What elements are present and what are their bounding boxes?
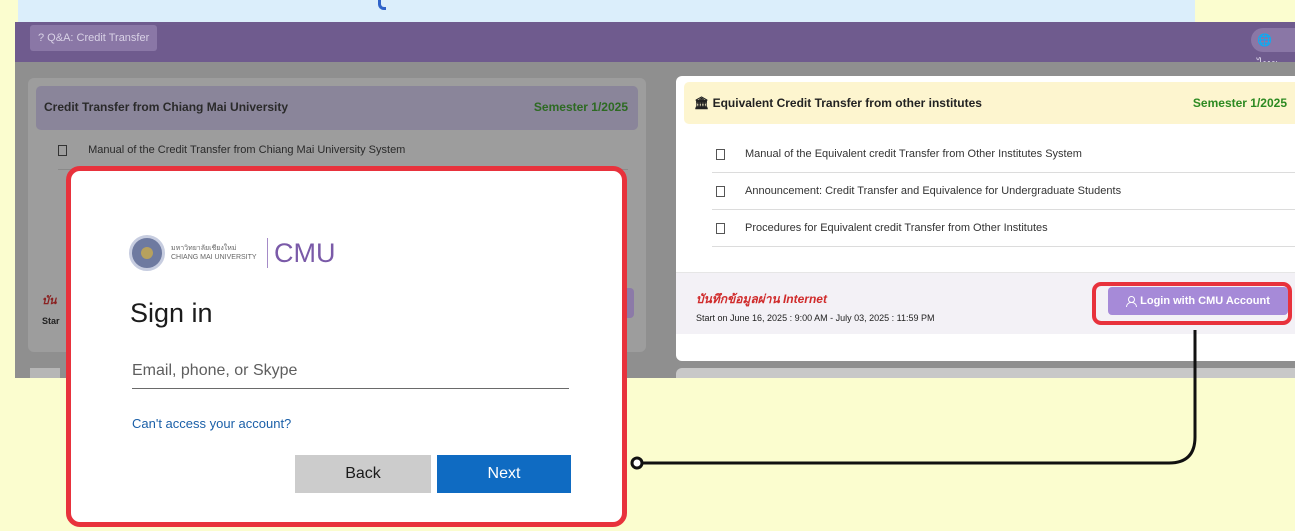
- institution-icon: 🏛: [694, 96, 710, 110]
- record-via-internet-text: บันทึกข้อมูลผ่าน Internet: [696, 292, 827, 306]
- right-panel-title-text: Equivalent Credit Transfer from other in…: [712, 96, 982, 110]
- lower-right-panel-edge: [676, 368, 1295, 378]
- language-toggle-button[interactable]: 🌐 ไทย: [1251, 28, 1295, 71]
- banner-text-fragment: [378, 0, 386, 10]
- back-button[interactable]: Back: [295, 455, 431, 493]
- bookmark-icon: [716, 222, 725, 234]
- cmu-logo: มหาวิทยาลัยเชียงใหม่ CHIANG MAI UNIVERSI…: [129, 235, 336, 271]
- next-button[interactable]: Next: [437, 455, 571, 493]
- left-record-text: บัน: [42, 295, 57, 307]
- list-item-label: Announcement: Credit Transfer and Equiva…: [745, 185, 1122, 197]
- bookmark-icon: [716, 148, 725, 160]
- left-panel-semester: Semester 1/2025: [533, 100, 628, 114]
- left-start-text: Star: [42, 316, 60, 326]
- connector-end-dot: [630, 456, 644, 470]
- right-panel-header: 🏛 Equivalent Credit Transfer from other …: [684, 82, 1295, 124]
- bookmark-icon: [716, 185, 725, 197]
- logo-divider: [267, 238, 268, 268]
- list-item-label: Manual of the Equivalent credit Transfer…: [745, 148, 1082, 160]
- list-item[interactable]: Procedures for Equivalent credit Transfe…: [712, 210, 1295, 247]
- list-item[interactable]: Manual of the Equivalent credit Transfer…: [712, 136, 1295, 173]
- sign-in-title: Sign in: [130, 298, 213, 328]
- left-panel-header: Credit Transfer from Chiang Mai Universi…: [36, 86, 638, 130]
- university-name-thai: มหาวิทยาลัยเชียงใหม่: [171, 245, 237, 252]
- left-panel-title: Credit Transfer from Chiang Mai Universi…: [44, 100, 289, 114]
- login-button-highlight: [1092, 282, 1292, 325]
- list-item-label: Procedures for Equivalent credit Transfe…: [745, 222, 1048, 234]
- lower-left-panel-edge: [30, 368, 60, 378]
- right-panel-semester: Semester 1/2025: [1192, 96, 1287, 110]
- qa-credit-transfer-button[interactable]: ? Q&A: Credit Transfer: [30, 25, 158, 51]
- document-list: Manual of the Equivalent credit Transfer…: [712, 136, 1295, 247]
- list-item[interactable]: Announcement: Credit Transfer and Equiva…: [712, 173, 1295, 210]
- email-input[interactable]: [132, 353, 569, 389]
- app-header: ? Q&A: Credit Transfer 🌐 ไทย: [15, 22, 1295, 71]
- university-seal-icon: [129, 235, 165, 271]
- cant-access-account-link[interactable]: Can't access your account?: [132, 416, 291, 431]
- bookmark-icon: [58, 144, 67, 156]
- cmu-brand-text: CMU: [274, 237, 336, 268]
- right-panel-title: 🏛 Equivalent Credit Transfer from other …: [694, 96, 982, 110]
- university-name-english: CHIANG MAI UNIVERSITY: [171, 254, 257, 261]
- schedule-text: Start on June 16, 2025 : 9:00 AM - July …: [696, 313, 935, 323]
- left-list-item-label: Manual of the Credit Transfer from Chian…: [88, 144, 406, 156]
- sign-in-dialog: มหาวิทยาลัยเชียงใหม่ CHIANG MAI UNIVERSI…: [66, 166, 627, 527]
- university-name: มหาวิทยาลัยเชียงใหม่ CHIANG MAI UNIVERSI…: [171, 244, 261, 262]
